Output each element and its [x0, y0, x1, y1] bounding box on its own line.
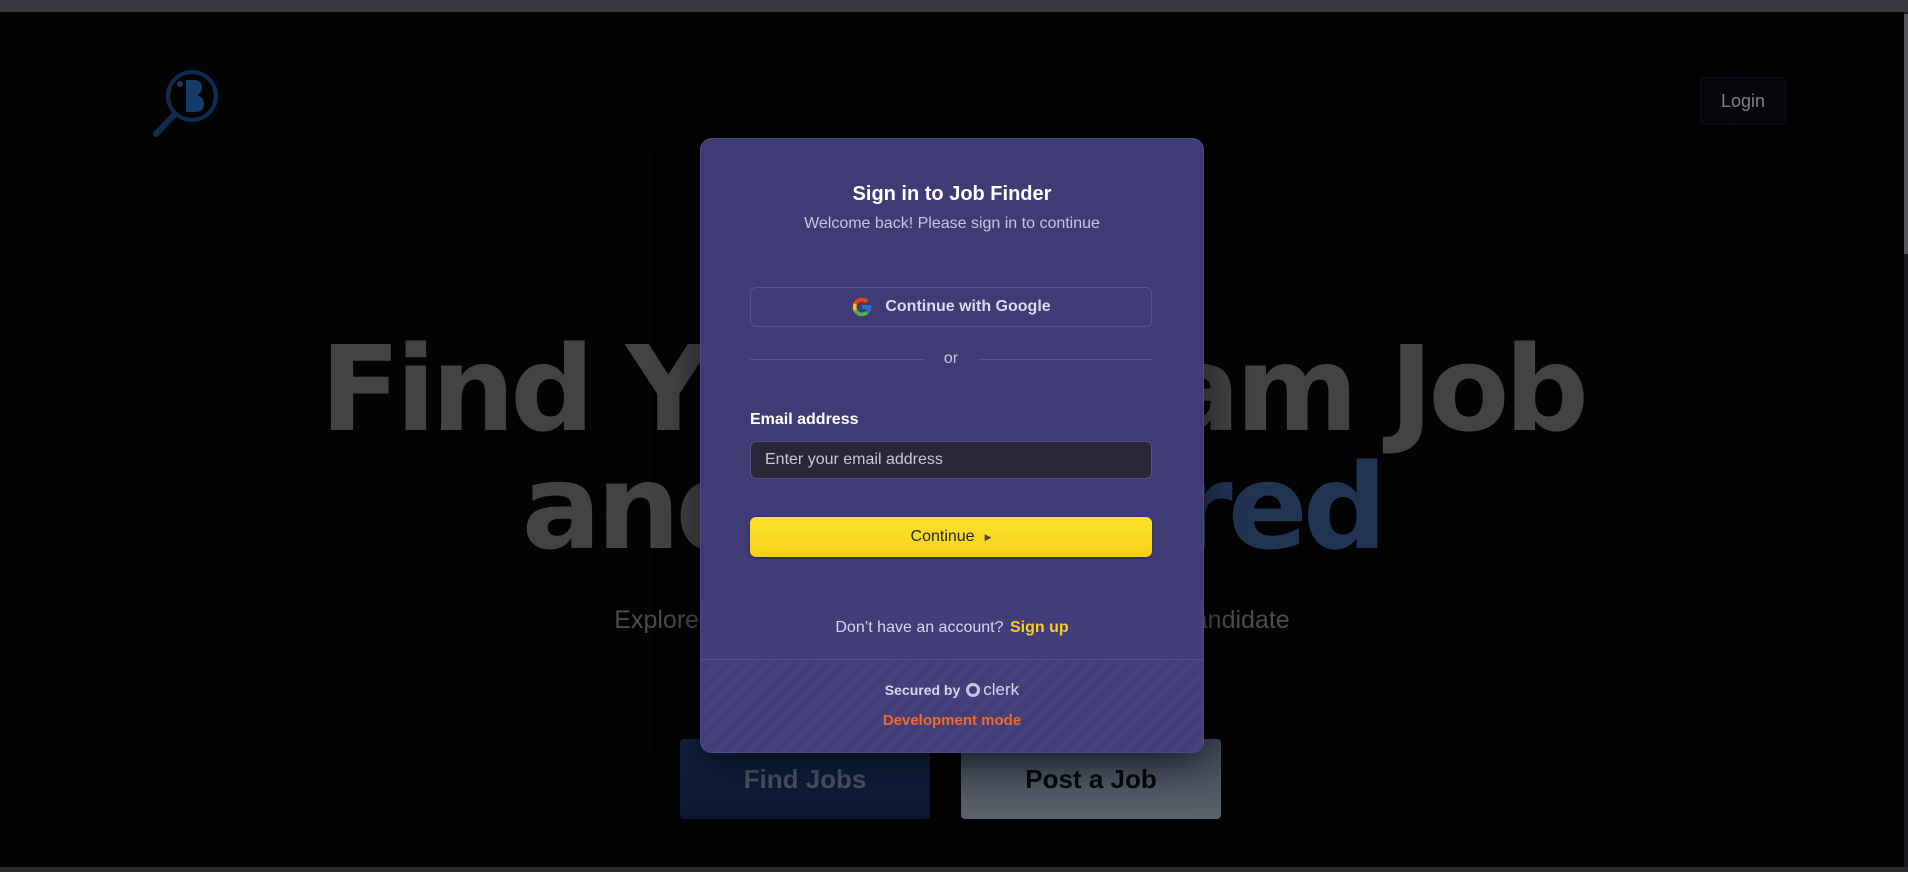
- google-sign-in-button[interactable]: Continue with Google: [750, 287, 1152, 327]
- clerk-icon: [966, 683, 981, 697]
- google-button-label: Continue with Google: [885, 298, 1051, 315]
- clerk-logo[interactable]: clerk: [966, 680, 1019, 700]
- or-divider: or: [750, 347, 1153, 371]
- modal-title: Sign in to Job Finder: [852, 183, 1052, 205]
- divider-line-right: [978, 358, 1153, 360]
- secured-by-text: Secured by: [884, 682, 961, 698]
- sign-up-link[interactable]: Sign up: [1010, 619, 1069, 636]
- divider-line-left: [750, 358, 924, 360]
- development-mode-badge: Development mode: [882, 712, 1022, 729]
- signup-prompt: Don’t have an account?: [835, 619, 1004, 636]
- divider-text: or: [943, 350, 959, 367]
- clerk-brand-text: clerk: [983, 680, 1020, 699]
- scrollbar-thumb[interactable]: [1904, 14, 1908, 254]
- sign-in-modal: Sign in to Job Finder Welcome back! Plea…: [700, 138, 1204, 753]
- email-input[interactable]: [750, 441, 1152, 479]
- google-icon: [853, 297, 872, 317]
- landing-page: Login Find Your Dream Job and Get Hired …: [0, 12, 1904, 867]
- signup-row: Don’t have an account? Sign up: [701, 619, 1203, 637]
- caret-right-icon: ▶: [984, 531, 992, 542]
- browser-bottom-bar: [0, 867, 1908, 872]
- secured-by-area: Secured by clerk Development mode: [701, 660, 1203, 752]
- secured-by-row: Secured by clerk: [701, 680, 1203, 700]
- email-label: Email address: [750, 411, 859, 428]
- modal-subtitle: Welcome back! Please sign in to continue: [804, 215, 1100, 232]
- continue-label: Continue: [910, 528, 975, 545]
- browser-top-bar: [0, 0, 1908, 12]
- continue-button[interactable]: Continue ▶: [750, 517, 1152, 557]
- modal-footer: Don’t have an account? Sign up Secured b…: [701, 597, 1203, 752]
